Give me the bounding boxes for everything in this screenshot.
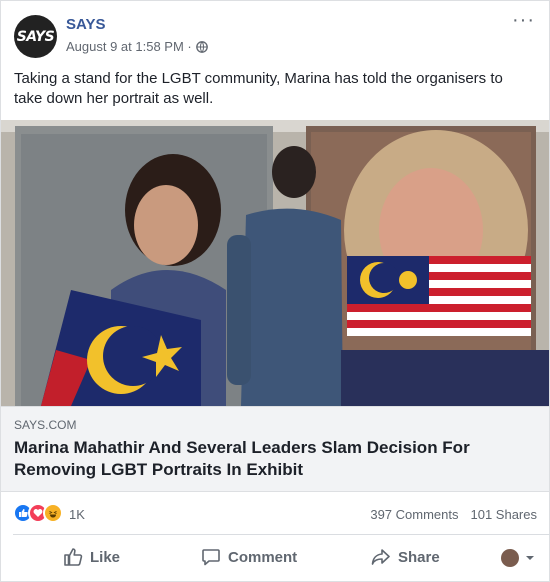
reaction-summary: 1K 397 Comments 101 Shares [13, 493, 550, 535]
comments-count[interactable]: 397 Comments [370, 507, 458, 522]
post-meta: August 9 at 1:58 PM · [66, 39, 208, 54]
engagement-counts: 397 Comments 101 Shares [370, 507, 537, 522]
page-name-link[interactable]: SAYS [66, 16, 105, 33]
comment-button[interactable]: Comment [201, 547, 297, 567]
like-button[interactable]: Like [63, 547, 120, 567]
chevron-down-icon [526, 556, 534, 560]
user-avatar [501, 549, 519, 567]
audience-selector[interactable] [501, 549, 535, 567]
shares-count[interactable]: 101 Shares [471, 507, 538, 522]
avatar-logo-text: SAYS [16, 28, 55, 45]
action-bar: Like Comment Share [1, 537, 549, 581]
globe-icon [195, 40, 208, 53]
share-button[interactable]: Share [371, 547, 440, 567]
post-photo[interactable] [1, 120, 549, 406]
link-title[interactable]: Marina Mahathir And Several Leaders Slam… [14, 437, 534, 481]
reaction-icons[interactable] [13, 503, 63, 523]
comment-icon [202, 549, 220, 566]
page-avatar[interactable]: SAYS [14, 15, 57, 58]
link-domain: SAYS.COM [14, 418, 77, 432]
more-options-icon[interactable]: ··· [512, 10, 535, 30]
post-text: Taking a stand for the LGBT community, M… [14, 70, 503, 107]
share-label: Share [398, 548, 440, 566]
reaction-count[interactable]: 1K [69, 507, 85, 522]
timestamp-link[interactable]: August 9 at 1:58 PM · [66, 39, 192, 54]
facebook-post-card: SAYS SAYS August 9 at 1:58 PM · ··· Taki… [0, 0, 550, 582]
haha-icon [43, 503, 63, 523]
link-preview[interactable]: SAYS.COM Marina Mahathir And Several Lea… [1, 406, 549, 492]
share-icon [371, 549, 390, 565]
thumbs-up-icon [64, 548, 83, 566]
comment-label: Comment [228, 548, 298, 566]
post-header: SAYS SAYS August 9 at 1:58 PM · ··· [1, 1, 549, 63]
like-label: Like [90, 548, 121, 566]
